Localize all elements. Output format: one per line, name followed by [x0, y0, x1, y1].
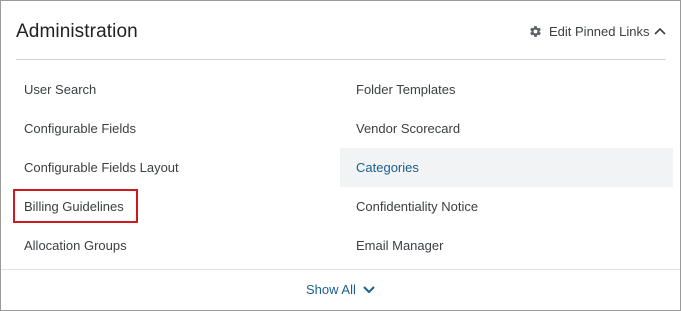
panel-title: Administration	[16, 21, 138, 42]
link-vendor-scorecard[interactable]: Vendor Scorecard	[340, 109, 673, 148]
links-column-right: Folder Templates Vendor Scorecard Catego…	[340, 70, 673, 265]
link-configurable-fields[interactable]: Configurable Fields	[8, 109, 341, 148]
link-categories[interactable]: Categories	[340, 148, 673, 187]
links-column-left: User Search Configurable Fields Configur…	[8, 70, 341, 265]
collapse-button[interactable]	[652, 23, 668, 39]
panel-header: Administration Edit Pinned Links	[1, 1, 680, 59]
chevron-up-icon	[654, 22, 666, 40]
link-configurable-fields-layout[interactable]: Configurable Fields Layout	[8, 148, 341, 187]
edit-pinned-links-button[interactable]: Edit Pinned Links	[529, 22, 649, 40]
link-confidentiality-notice[interactable]: Confidentiality Notice	[340, 187, 673, 226]
link-folder-templates[interactable]: Folder Templates	[340, 70, 673, 109]
header-divider	[16, 59, 666, 60]
link-allocation-groups[interactable]: Allocation Groups	[8, 226, 341, 265]
chevron-down-icon	[363, 282, 375, 297]
footer-divider	[1, 269, 680, 270]
edit-pinned-links-label: Edit Pinned Links	[549, 23, 650, 39]
gear-icon	[529, 25, 542, 38]
link-user-search[interactable]: User Search	[8, 70, 341, 109]
link-billing-guidelines[interactable]: Billing Guidelines	[8, 187, 341, 226]
administration-panel: Administration Edit Pinned Links User Se…	[0, 0, 681, 311]
show-all-label: Show All	[306, 282, 356, 297]
link-email-manager[interactable]: Email Manager	[340, 226, 673, 265]
show-all-button[interactable]: Show All	[306, 282, 375, 297]
